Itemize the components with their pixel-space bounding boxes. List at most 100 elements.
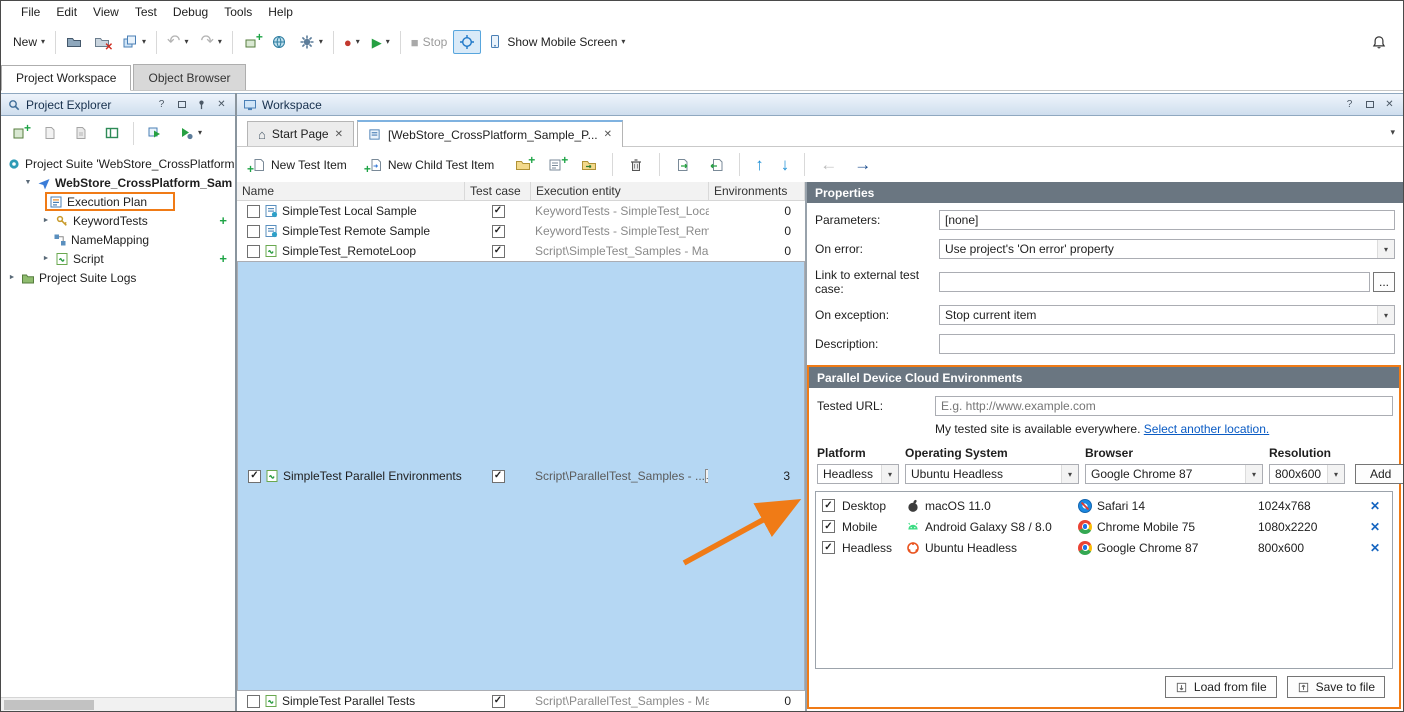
load-from-file-button[interactable]: Load from file bbox=[1165, 676, 1277, 698]
test-item-row[interactable]: SimpleTest Remote Sample ✓ KeywordTests … bbox=[237, 221, 805, 241]
move-down-button[interactable]: ↓ bbox=[775, 152, 796, 177]
remove-environment-icon[interactable]: ✕ bbox=[1370, 541, 1380, 555]
show-mobile-screen-button[interactable]: Show Mobile Screen ▾ bbox=[481, 30, 631, 54]
test-case-checkbox[interactable]: ✓ bbox=[492, 225, 505, 238]
link-test-case-input[interactable] bbox=[939, 272, 1370, 292]
platform-select[interactable]: Headless▾ bbox=[817, 464, 899, 484]
column-header-name[interactable]: Name bbox=[237, 182, 465, 200]
tested-url-input[interactable] bbox=[935, 396, 1393, 416]
new-child-test-item-button[interactable]: + New Child Test Item bbox=[362, 153, 504, 177]
chevron-down-icon[interactable]: ▾ bbox=[881, 465, 898, 483]
parameters-input[interactable] bbox=[939, 210, 1395, 230]
move-up-button[interactable]: ↑ bbox=[749, 152, 770, 177]
undo-button[interactable]: ↶ ▾ bbox=[161, 30, 194, 54]
expander-closed-icon[interactable]: ► bbox=[41, 217, 51, 224]
tree-item-project[interactable]: ▼ WebStore_CrossPlatform_Sam bbox=[1, 173, 235, 192]
environment-row[interactable]: ✓ Desktop macOS 11.0 Safari 14 bbox=[816, 495, 1392, 516]
chevron-down-icon[interactable]: ▾ bbox=[1377, 240, 1394, 258]
select-location-link[interactable]: Select another location. bbox=[1144, 422, 1269, 436]
add-environment-button[interactable]: Add bbox=[1355, 464, 1404, 484]
save-all-button[interactable]: ▾ bbox=[116, 30, 152, 54]
tree-item-project-suite[interactable]: Project Suite 'WebStore_CrossPlatform... bbox=[1, 154, 235, 173]
chevron-down-icon[interactable]: ▾ bbox=[1245, 465, 1262, 483]
pin-button[interactable] bbox=[194, 97, 209, 112]
new-group-button[interactable]: + bbox=[509, 153, 537, 177]
menu-tools[interactable]: Tools bbox=[216, 3, 260, 21]
row-checkbox[interactable]: ✓ bbox=[248, 470, 261, 483]
remove-environment-icon[interactable]: ✕ bbox=[1370, 520, 1380, 534]
float-button[interactable] bbox=[1362, 97, 1377, 112]
chevron-down-icon[interactable]: ▾ bbox=[1327, 465, 1344, 483]
scrollbar-thumb[interactable] bbox=[4, 700, 94, 710]
notifications-bell-icon[interactable] bbox=[1371, 34, 1387, 50]
menu-edit[interactable]: Edit bbox=[48, 3, 85, 21]
tab-execution-plan-editor[interactable]: [WebStore_CrossPlatform_Sample_P... ✕ bbox=[357, 120, 623, 147]
row-checkbox[interactable] bbox=[247, 225, 260, 238]
test-item-row[interactable]: SimpleTest Parallel Tests ✓ Script\Paral… bbox=[237, 691, 805, 711]
close-tab-icon[interactable]: ✕ bbox=[335, 129, 343, 140]
tree-item-name-mapping[interactable]: NameMapping bbox=[1, 230, 235, 249]
environment-row[interactable]: ✓ Mobile Android Galaxy S8 / 8.0 Chrome … bbox=[816, 516, 1392, 537]
tree-item-project-suite-logs[interactable]: ► Project Suite Logs bbox=[1, 268, 235, 287]
tab-project-workspace[interactable]: Project Workspace bbox=[1, 65, 131, 91]
expander-closed-icon[interactable]: ► bbox=[41, 255, 51, 262]
os-select[interactable]: Ubuntu Headless▾ bbox=[905, 464, 1079, 484]
tab-list-dropdown-icon[interactable]: ▾ bbox=[1390, 127, 1395, 138]
environment-checkbox[interactable]: ✓ bbox=[822, 520, 835, 533]
import-items-button[interactable] bbox=[702, 153, 730, 177]
expander-open-icon[interactable]: ▼ bbox=[23, 179, 33, 186]
open-file-button[interactable] bbox=[60, 30, 88, 54]
tab-start-page[interactable]: ⌂ Start Page ✕ bbox=[247, 121, 354, 146]
record-button[interactable]: ● ▾ bbox=[338, 32, 366, 53]
increase-indent-button[interactable]: → bbox=[848, 152, 877, 177]
close-panel-button[interactable]: ✕ bbox=[214, 97, 229, 112]
horizontal-scrollbar[interactable] bbox=[1, 697, 235, 711]
add-script-button[interactable]: + bbox=[219, 251, 227, 266]
remove-environment-icon[interactable]: ✕ bbox=[1370, 499, 1380, 513]
new-test-item-button[interactable]: + New Test Item bbox=[245, 153, 357, 177]
tools-options-button[interactable]: ▾ bbox=[293, 30, 329, 54]
panels-button[interactable] bbox=[98, 121, 126, 145]
menu-debug[interactable]: Debug bbox=[165, 3, 216, 21]
menu-file[interactable]: File bbox=[13, 3, 48, 21]
chevron-down-icon[interactable]: ▾ bbox=[1377, 306, 1394, 324]
environment-checkbox[interactable]: ✓ bbox=[822, 499, 835, 512]
chevron-down-icon[interactable]: ▾ bbox=[1061, 465, 1078, 483]
column-header-test-case[interactable]: Test case bbox=[465, 182, 531, 200]
tree-item-execution-plan[interactable]: Execution Plan bbox=[1, 192, 235, 211]
float-button[interactable] bbox=[174, 97, 189, 112]
move-into-group-button[interactable] bbox=[575, 153, 603, 177]
web-audits-button[interactable] bbox=[265, 30, 293, 54]
close-panel-button[interactable]: ✕ bbox=[1382, 97, 1397, 112]
test-item-row-selected[interactable]: ✓ SimpleTest Parallel Environments ✓ Scr… bbox=[237, 261, 805, 691]
test-item-row[interactable]: SimpleTest_RemoteLoop ✓ Script\SimpleTes… bbox=[237, 241, 805, 261]
test-case-checkbox[interactable]: ✓ bbox=[492, 470, 505, 483]
column-header-execution-entity[interactable]: Execution entity bbox=[531, 182, 709, 200]
row-checkbox[interactable] bbox=[247, 245, 260, 258]
menu-help[interactable]: Help bbox=[260, 3, 301, 21]
on-error-select[interactable]: Use project's 'On error' property ▾ bbox=[939, 239, 1395, 259]
save-to-file-button[interactable]: Save to file bbox=[1287, 676, 1385, 698]
expander-closed-icon[interactable]: ► bbox=[7, 274, 17, 281]
new-button[interactable]: New▾ bbox=[7, 31, 51, 53]
environment-row[interactable]: ✓ Headless Ubuntu Headless Google Chrome… bbox=[816, 537, 1392, 558]
menu-test[interactable]: Test bbox=[127, 3, 165, 21]
tree-item-keyword-tests[interactable]: ► KeywordTests + bbox=[1, 211, 235, 230]
environment-checkbox[interactable]: ✓ bbox=[822, 541, 835, 554]
run-button[interactable]: ▶ ▾ bbox=[366, 32, 396, 53]
add-test-button[interactable]: + bbox=[237, 30, 265, 54]
run-project-button[interactable] bbox=[141, 121, 169, 145]
add-keyword-test-button[interactable]: + bbox=[219, 213, 227, 228]
row-checkbox[interactable] bbox=[247, 695, 260, 708]
test-case-checkbox[interactable]: ✓ bbox=[492, 205, 505, 218]
test-case-checkbox[interactable]: ✓ bbox=[492, 245, 505, 258]
show-mobile-target-button[interactable] bbox=[453, 30, 481, 54]
redo-button[interactable]: ↷ ▾ bbox=[194, 30, 227, 54]
execution-plan-selected-box[interactable]: Execution Plan bbox=[45, 192, 175, 211]
column-header-environments[interactable]: Environments bbox=[709, 182, 805, 200]
tree-item-script[interactable]: ► Script + bbox=[1, 249, 235, 268]
help-button[interactable]: ? bbox=[1342, 97, 1357, 112]
description-input[interactable] bbox=[939, 334, 1395, 354]
tab-object-browser[interactable]: Object Browser bbox=[133, 64, 245, 90]
test-case-checkbox[interactable]: ✓ bbox=[492, 695, 505, 708]
